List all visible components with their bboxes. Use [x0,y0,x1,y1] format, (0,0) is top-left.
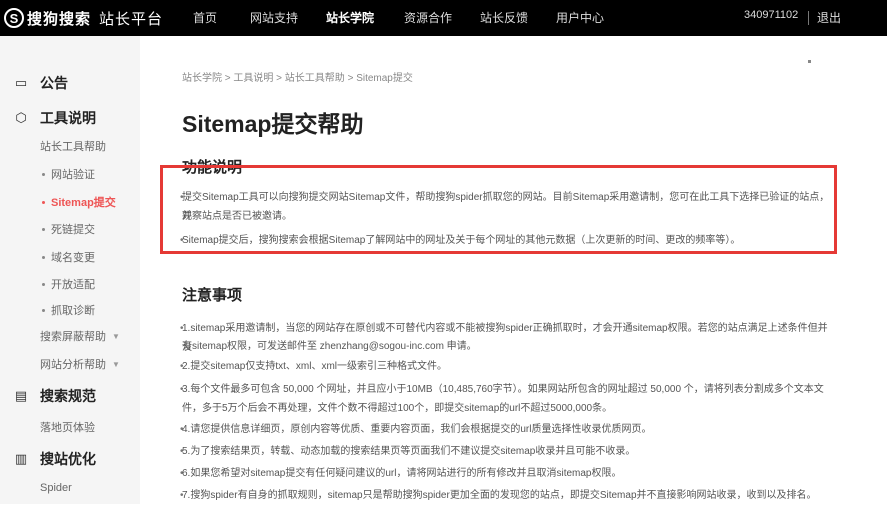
chevron-down-icon: ▼ [112,359,120,369]
nav-home[interactable]: 首页 [193,9,217,26]
brand-name: 搜狗搜索 [27,10,92,28]
logout-link[interactable]: 退出 [817,9,841,26]
sidebar-item-site-verify[interactable]: 网站验证 [42,166,95,182]
sidebar-item-label: 开放适配 [51,279,95,291]
sidebar-item-announcement[interactable]: ▭ 公告 [14,73,68,93]
chart-icon: ▥ [14,451,28,466]
page-title: Sitemap提交帮助 [182,111,364,137]
sidebar-section-label: 工具说明 [40,110,96,126]
sidebar-item-spider[interactable]: Spider [40,482,72,494]
main-content: 站长学院 > 工具说明 > 站长工具帮助 > Sitemap提交 Sitemap… [140,36,887,504]
sidebar-item-adapt[interactable]: 开放适配 [42,276,95,292]
nav-divider [808,11,809,25]
sidebar-item-domain-change[interactable]: 域名变更 [42,249,95,265]
sidebar-item-label: 网站验证 [51,169,95,181]
note-line: 2.提交sitemap仅支持txt、xml、xml一级索引三种格式文件。 [182,361,448,372]
bullet-dot [42,200,45,204]
bullet-dot [42,255,45,259]
nav-feedback[interactable]: 站长反馈 [480,9,528,26]
note-line: 7.搜狗spider有自身的抓取规则，sitemap只是帮助搜狗spider更加… [182,490,817,501]
brand-subtitle: 站长平台 [99,10,164,28]
nav-site-support[interactable]: 网站支持 [250,9,298,26]
bullet-dot [42,172,45,176]
sidebar-item-label: 域名变更 [51,252,95,264]
chevron-down-icon: ▼ [112,331,120,341]
sogou-logo-icon: S [4,8,24,28]
chat-bubble-icon: ▭ [14,75,28,90]
bullet-dot [42,227,45,231]
nav-webmaster-academy[interactable]: 站长学院 [326,9,374,26]
document-icon: ▤ [14,388,28,403]
top-nav-bar: S 搜狗搜索 站长平台 首页 网站支持 站长学院 资源合作 站长反馈 用户中心 … [0,0,887,36]
sidebar-section-label: 公告 [40,75,68,91]
sidebar-item-block-help[interactable]: 搜索屏蔽帮助 ▼ [40,328,120,344]
sidebar-item-tools-help[interactable]: 站长工具帮助 [40,138,106,154]
sidebar-item-label: 搜索屏蔽帮助 [40,331,106,343]
scroll-indicator [808,60,811,63]
section-title-notes: 注意事项 [182,287,243,304]
highlight-box [160,165,837,254]
sidebar-section-label: 搜索规范 [40,388,96,404]
sidebar: ▭ 公告 ⬡ 工具说明 站长工具帮助 网站验证 Sitemap提交 死链提交 域… [0,36,140,504]
sidebar-item-analysis-help[interactable]: 网站分析帮助 ▼ [40,356,120,372]
sidebar-item-label: Sitemap提交 [51,197,116,209]
sidebar-item-crawl-diagnose[interactable]: 抓取诊断 [42,302,95,318]
bullet-dot [42,308,45,312]
note-line: 件，多于5万个后会不再处理，文件个数不得超过100个，即提交sitemap的ur… [182,403,613,414]
sidebar-section-label: 搜站优化 [40,451,96,467]
note-line: 3.每个文件最多可包含 50,000 个网址，并且应小于10MB（10,485,… [182,384,824,395]
note-line: 5.为了搜索结果页，转载、动态加载的搜索结果页等页面我们不建议提交sitemap… [182,446,636,457]
bullet-dot [42,282,45,286]
brand-logo[interactable]: S 搜狗搜索 站长平台 [4,6,163,30]
breadcrumb[interactable]: 站长学院 > 工具说明 > 站长工具帮助 > Sitemap提交 [182,69,413,84]
note-line: 有sitemap权限，可发送邮件至 zhenzhang@sogou-inc.co… [182,341,477,352]
note-line: 4.请您提供信息详细页，原创内容等优质、重要内容页面，我们会根据提交的url质量… [182,424,652,435]
nav-user-center[interactable]: 用户中心 [556,9,604,26]
note-line: 6.如果您希望对sitemap提交有任何疑问建议的url，请将网站进行的所有修改… [182,468,622,479]
sidebar-item-tools[interactable]: ⬡ 工具说明 [14,108,96,128]
sidebar-item-label: 网站分析帮助 [40,359,106,371]
sidebar-item-landing[interactable]: 落地页体验 [40,419,95,435]
sidebar-item-search-norms[interactable]: ▤ 搜索规范 [14,386,96,406]
sidebar-item-label: 死链提交 [51,224,95,236]
sidebar-item-sitemap[interactable]: Sitemap提交 [42,194,116,210]
user-id[interactable]: 340971102 [744,9,798,21]
cube-icon: ⬡ [15,110,27,125]
sidebar-item-deadlink[interactable]: 死链提交 [42,221,95,237]
sidebar-item-label: 抓取诊断 [51,305,95,317]
sidebar-item-optimize[interactable]: ▥ 搜站优化 [14,449,96,469]
nav-resource-cooperation[interactable]: 资源合作 [404,9,452,26]
